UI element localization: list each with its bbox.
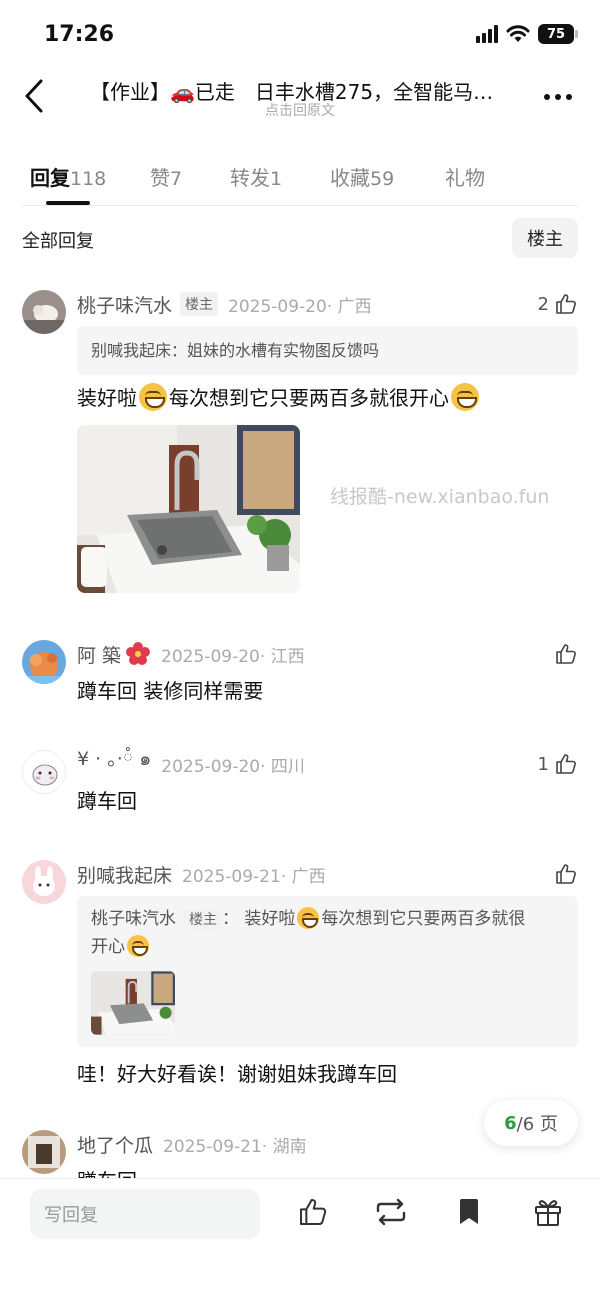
- page-indicator[interactable]: 6/6 页: [484, 1100, 578, 1146]
- quoted-reply[interactable]: 别喊我起床：姐妹的水槽有实物图反馈吗: [77, 326, 578, 375]
- more-dots-icon: [544, 94, 550, 100]
- thumbs-up-icon: [300, 1199, 327, 1225]
- owner-only-button[interactable]: 楼主: [512, 218, 578, 258]
- grin-emoji-icon: [451, 383, 479, 411]
- avatar[interactable]: [22, 290, 66, 334]
- repost-icon: [376, 1198, 406, 1226]
- comment-author[interactable]: 别喊我起床: [77, 861, 172, 888]
- comment-item: ¥ · 。·ཾ ๑ 2025-09-20· 四川 1 蹲车回: [22, 748, 578, 830]
- like-count: 2: [537, 293, 549, 315]
- repost-button[interactable]: [374, 1195, 408, 1229]
- comment-text[interactable]: 蹲车回: [77, 1166, 578, 1178]
- quoted-reply[interactable]: 桃子味汽水 楼主： 装好啦 每次想到它只要两百多就很 开心: [77, 896, 578, 1047]
- like-post-button[interactable]: [296, 1195, 330, 1229]
- signal-icon: [476, 25, 498, 43]
- like-button[interactable]: 2: [538, 290, 578, 318]
- bookmark-icon: [460, 1199, 478, 1224]
- thumbs-up-icon: [556, 294, 576, 314]
- comment-author[interactable]: 桃子味汽水: [77, 291, 172, 318]
- like-button[interactable]: [554, 860, 578, 888]
- comment-text[interactable]: 蹲车回: [77, 786, 578, 816]
- comment-text[interactable]: 蹲车回 装修同样需要: [77, 676, 578, 706]
- quote-author: 桃子味汽水: [91, 909, 176, 929]
- wifi-icon: [506, 25, 530, 42]
- grin-emoji-icon: [127, 935, 149, 957]
- grin-emoji-icon: [139, 383, 167, 411]
- status-bar: 17:26 75: [0, 0, 600, 70]
- avatar[interactable]: [22, 750, 66, 794]
- comment-author[interactable]: 地了个瓜: [77, 1131, 153, 1158]
- avatar[interactable]: [22, 1130, 66, 1174]
- owner-badge: 楼主: [184, 910, 222, 930]
- comment-item: 阿 築 2025-09-20· 江西 蹲车回 装修同样需要: [22, 640, 578, 720]
- thumbs-up-icon: [556, 864, 576, 884]
- like-count: 1: [537, 753, 549, 775]
- quoted-sink-photo[interactable]: [91, 971, 175, 1035]
- like-button[interactable]: 1: [538, 750, 578, 778]
- tab-replies[interactable]: 回复118: [30, 162, 106, 191]
- comment-date: 2025-09-21· 湖南: [163, 1136, 307, 1157]
- battery-icon: 75: [538, 24, 578, 44]
- comment-date: 2025-09-21· 广西: [182, 866, 326, 887]
- sink-photo[interactable]: [77, 425, 300, 593]
- owner-badge: 楼主: [180, 292, 219, 316]
- reply-input[interactable]: 写回复: [30, 1189, 260, 1239]
- grin-emoji-icon: [297, 907, 320, 929]
- thumbs-up-icon: [556, 644, 576, 664]
- comment-author[interactable]: ¥ · 。·ཾ ๑: [77, 737, 151, 791]
- tab-gifts[interactable]: 礼物: [445, 162, 485, 191]
- nav-bar: 【作业】🚗已走 日丰水槽275，全智能马… 点击回原文: [0, 64, 600, 128]
- tab-reposts[interactable]: 转发1: [230, 162, 282, 191]
- bottom-bar: 写回复: [0, 1178, 600, 1298]
- comment-date: 2025-09-20· 四川: [161, 756, 305, 777]
- tab-favorites[interactable]: 收藏59: [330, 162, 394, 191]
- flower-emoji-icon: [126, 642, 151, 665]
- like-button[interactable]: [554, 640, 578, 668]
- status-icons: 75: [476, 24, 578, 44]
- gift-button[interactable]: [531, 1195, 565, 1229]
- comment-item: 别喊我起床 2025-09-21· 广西 桃子味汽水 楼主： 装好啦 每次想到它只要…: [22, 860, 578, 1090]
- comment-date: 2025-09-20· 江西: [161, 646, 305, 667]
- tab-indicator: [46, 201, 90, 205]
- comment-text[interactable]: 哇！好大好看诶！谢谢姐妹我蹲车回: [77, 1059, 578, 1089]
- favorite-button[interactable]: [452, 1195, 486, 1229]
- comment-date: 2025-09-20· 广西: [228, 296, 372, 317]
- status-time: 17:26: [44, 22, 115, 47]
- comment-text[interactable]: 装好啦 每次想到它只要两百多就很开心: [77, 383, 578, 413]
- more-button[interactable]: [538, 82, 578, 112]
- comment-item: 桃子味汽水 楼主 2025-09-20· 广西 2 别喊我起床：姐妹的水槽有实物…: [22, 290, 578, 600]
- filter-row: 全部回复 楼主: [22, 218, 578, 258]
- avatar[interactable]: [22, 640, 66, 684]
- back-to-original-link[interactable]: 点击回原文: [0, 100, 600, 120]
- watermark: 线报酷-new.xianbao.fun: [330, 486, 550, 508]
- comment-author[interactable]: 阿 築: [77, 641, 121, 668]
- gift-icon: [535, 1200, 561, 1226]
- all-replies-label: 全部回复: [22, 231, 94, 252]
- tab-likes[interactable]: 赞7: [150, 162, 182, 191]
- avatar[interactable]: [22, 860, 66, 904]
- thumbs-up-icon: [556, 754, 576, 774]
- tab-bar: 回复118 赞7 转发1 收藏59 礼物: [22, 150, 578, 206]
